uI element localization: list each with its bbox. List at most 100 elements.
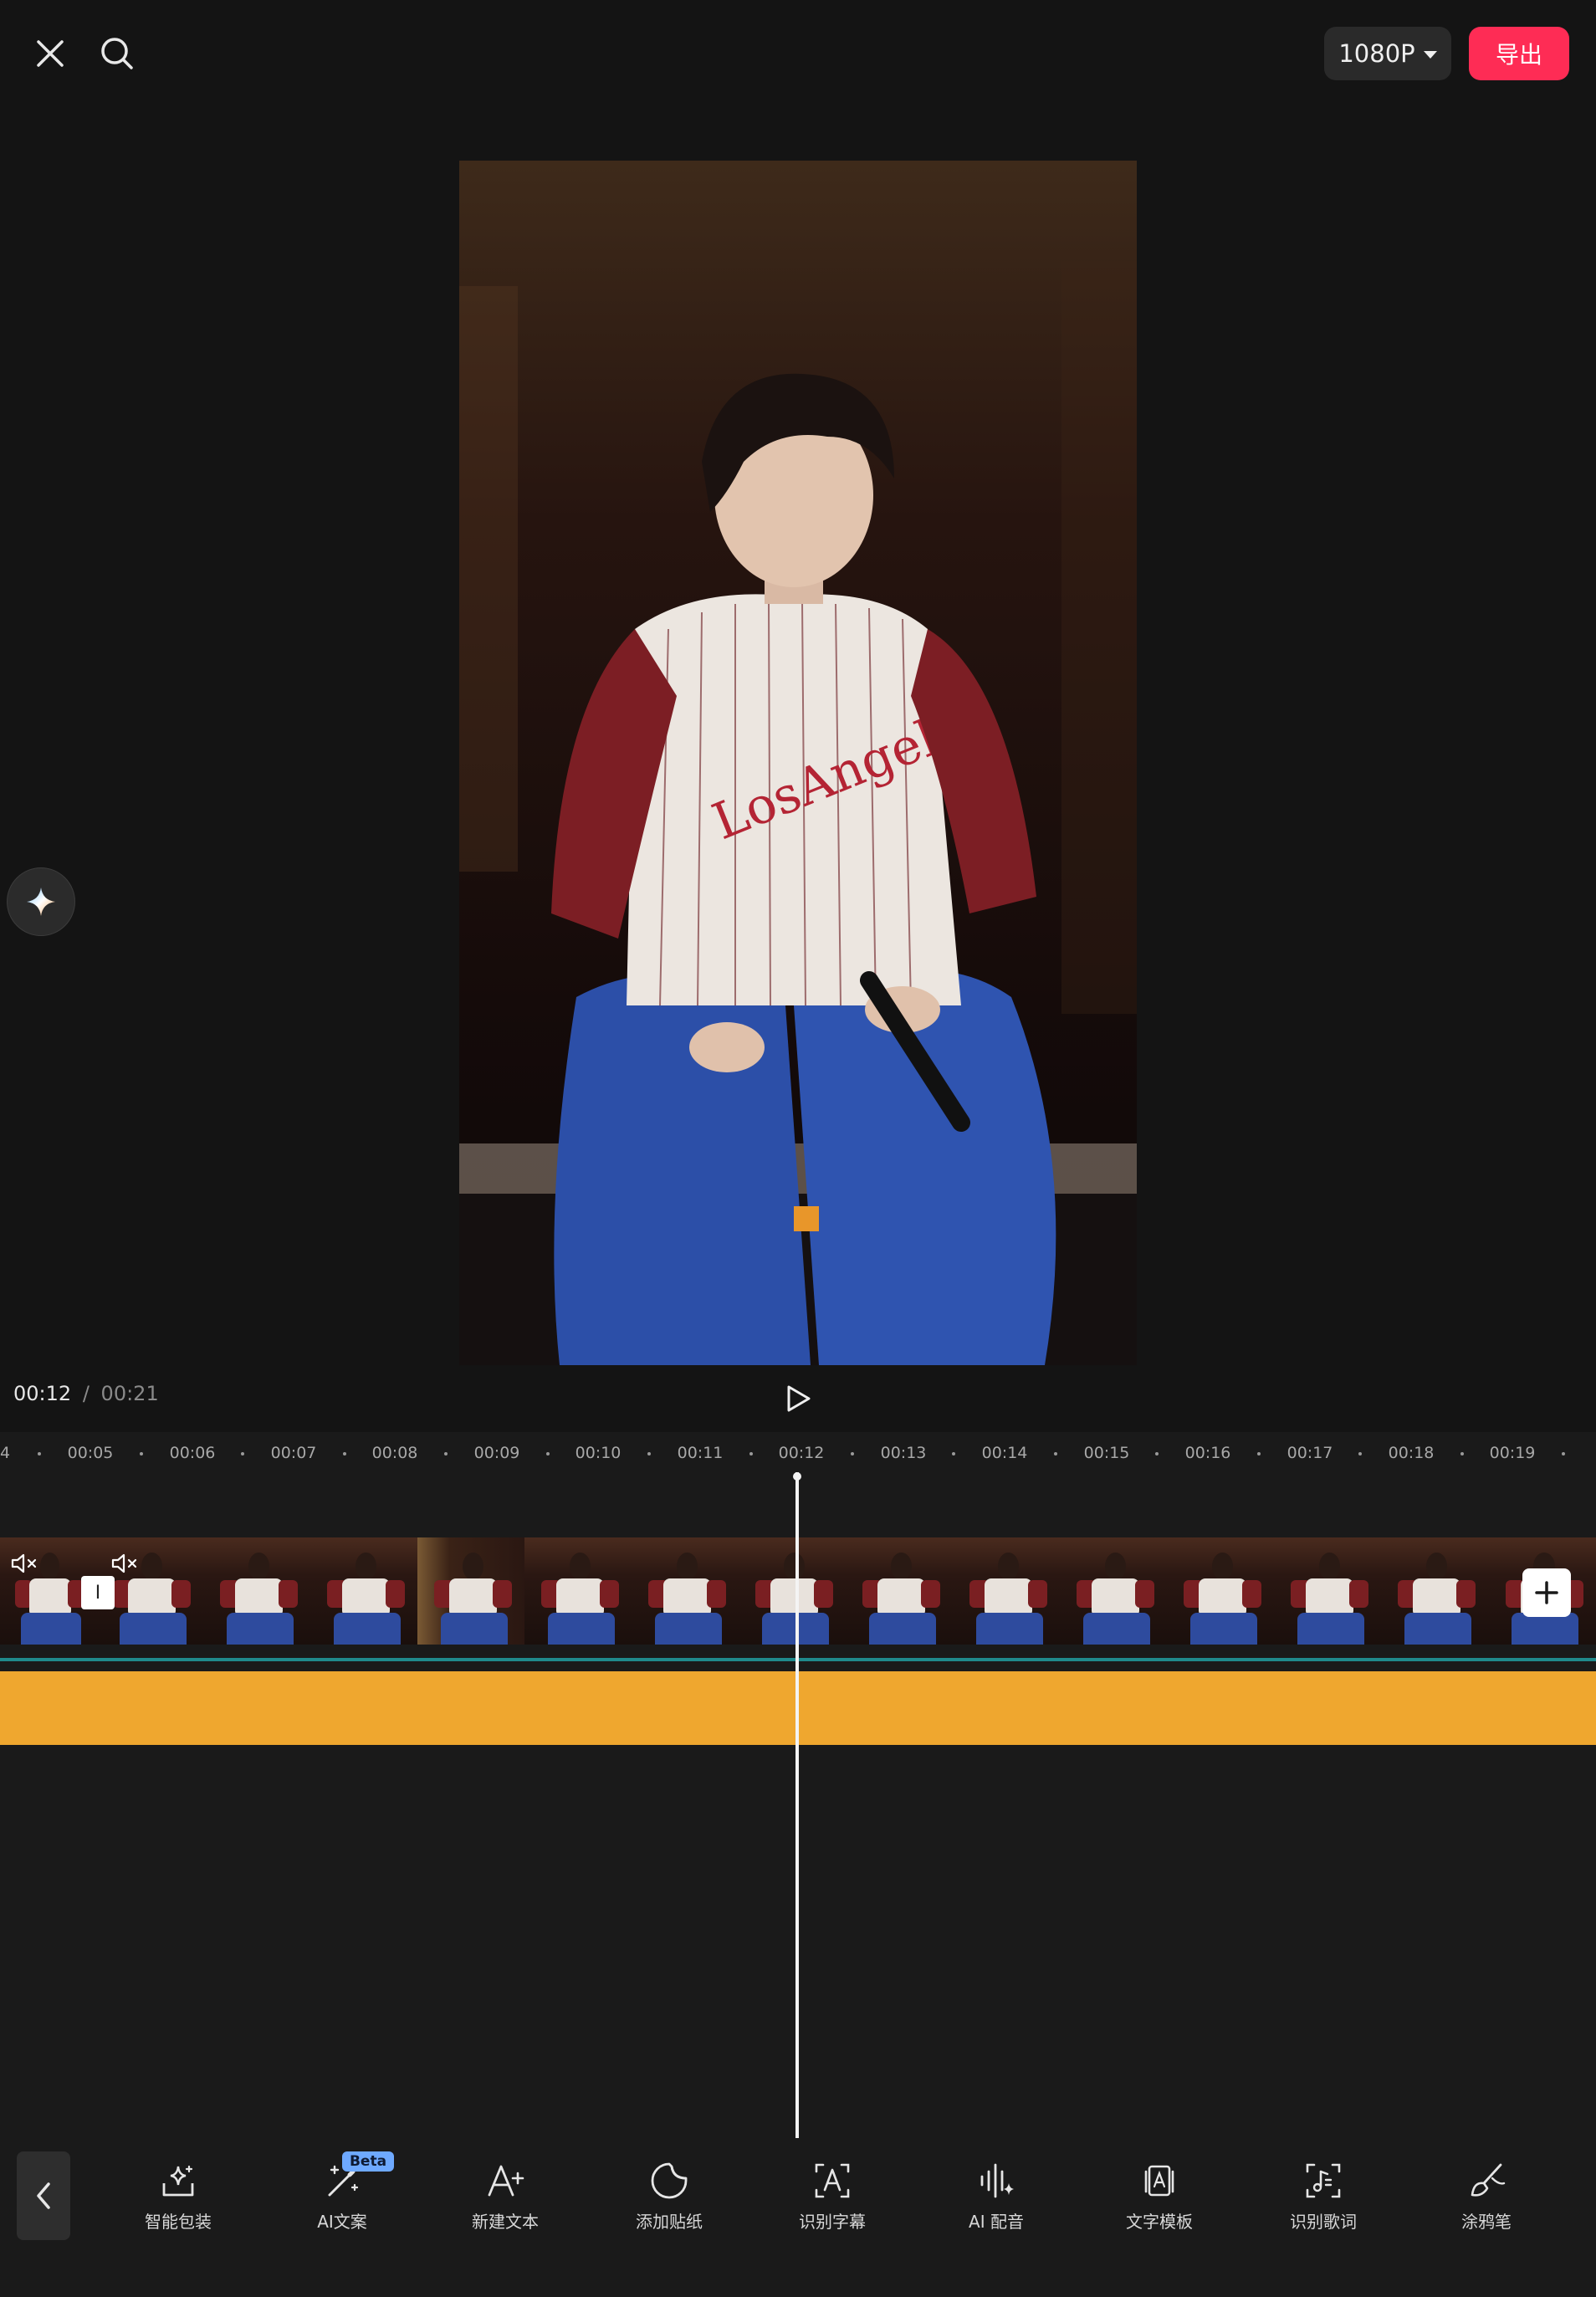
mute-clip-button[interactable]: [10, 1553, 38, 1574]
ruler-label: 00:17: [1287, 1444, 1333, 1462]
mute-icon: [111, 1553, 137, 1573]
clip-thumbnail: [739, 1537, 846, 1645]
clip-thumbnail: [310, 1537, 417, 1645]
tool-ai-voiceover[interactable]: AI 配音: [929, 2156, 1063, 2240]
close-icon: [37, 40, 64, 67]
export-button[interactable]: 导出: [1469, 27, 1569, 80]
lyrics-icon: [1306, 2163, 1341, 2198]
play-button[interactable]: [778, 1380, 818, 1417]
video-preview[interactable]: LosAngeles: [459, 161, 1137, 1365]
ruler-dot: [1155, 1452, 1159, 1455]
clip-thumbnail: [846, 1537, 953, 1645]
search-icon: [101, 38, 133, 69]
sticker-icon: [651, 2162, 688, 2199]
tool-new-text[interactable]: 新建文本: [438, 2156, 572, 2240]
text-template-icon: [1144, 2165, 1174, 2197]
ruler-dot: [647, 1452, 651, 1455]
clip-thumbnail: [203, 1537, 310, 1645]
ruler-dot: [241, 1452, 244, 1455]
clip-thumbnail: [1274, 1537, 1381, 1645]
brush-icon: [1471, 2163, 1506, 2197]
tool-label: 识别字幕: [799, 2212, 866, 2232]
ruler-dot: [38, 1452, 41, 1455]
add-text-icon: [488, 2165, 524, 2197]
clip-thumbnail: [1060, 1537, 1167, 1645]
ruler-label: 00:18: [1388, 1444, 1435, 1462]
tool-label: AI文案: [317, 2212, 367, 2232]
ruler-label: 00:08: [371, 1444, 418, 1462]
toolbar-back-button[interactable]: [17, 2151, 70, 2240]
ruler-label: 00:11: [677, 1444, 724, 1462]
tool-label: 涂鸦笔: [1461, 2212, 1512, 2232]
clip-thumbnail: [524, 1537, 632, 1645]
clip-thumbnail: [1381, 1537, 1488, 1645]
preview-frame-image: LosAngeles: [459, 161, 1137, 1365]
ruler-dot: [749, 1452, 753, 1455]
ruler-dot: [952, 1452, 955, 1455]
clip-thumbnail: [1167, 1537, 1274, 1645]
tool-label: 智能包装: [145, 2212, 212, 2232]
ruler-label: 00:13: [880, 1444, 927, 1462]
tool-label: 新建文本: [472, 2212, 539, 2232]
ruler-dot: [1257, 1452, 1261, 1455]
ruler-label: 00:05: [67, 1444, 114, 1462]
export-label: 导出: [1495, 41, 1542, 69]
tool-auto-lyrics[interactable]: 识别歌词: [1256, 2156, 1390, 2240]
ruler-dot: [1054, 1452, 1057, 1455]
tool-label: 文字模板: [1126, 2212, 1193, 2232]
ruler-dot: [1460, 1452, 1464, 1455]
clip-thumbnail: [632, 1537, 739, 1645]
tool-label: 识别歌词: [1290, 2212, 1357, 2232]
ruler-dot: [343, 1452, 346, 1455]
time-display: 00:12 / 00:21: [13, 1382, 159, 1405]
tool-doodle-brush[interactable]: 涂鸦笔: [1420, 2156, 1553, 2240]
chevron-down-icon: [1423, 50, 1437, 59]
search-button[interactable]: [90, 27, 144, 80]
current-time: 00:12: [13, 1382, 72, 1405]
plus-icon: [1535, 1581, 1558, 1604]
magic-pack-icon: [162, 2165, 194, 2197]
ruler-dot: [1358, 1452, 1362, 1455]
clip-thumbnail: [417, 1537, 524, 1645]
tool-smart-pack[interactable]: 智能包装: [111, 2156, 245, 2240]
ruler-label: 00:12: [778, 1444, 825, 1462]
tool-label: AI 配音: [969, 2212, 1024, 2232]
playhead[interactable]: [795, 1472, 799, 2138]
ruler-dot: [546, 1452, 550, 1455]
time-separator: /: [82, 1382, 90, 1405]
ruler-dot: [444, 1452, 448, 1455]
ai-assistant-button[interactable]: [7, 867, 75, 936]
play-icon: [787, 1385, 811, 1412]
tool-auto-captions[interactable]: 识别字幕: [765, 2156, 899, 2240]
resolution-dropdown[interactable]: 1080P: [1324, 27, 1451, 80]
ruler-label: 00:15: [1083, 1444, 1130, 1462]
ruler-dot: [1562, 1452, 1565, 1455]
transition-marker-label: I: [95, 1582, 101, 1604]
add-clip-button[interactable]: [1522, 1568, 1571, 1617]
ruler-label: 00:16: [1184, 1444, 1231, 1462]
ruler-label: 00:14: [981, 1444, 1028, 1462]
chevron-left-icon: [37, 2182, 50, 2209]
ruler-label: 00:06: [169, 1444, 216, 1462]
ruler-dot: [851, 1452, 854, 1455]
close-button[interactable]: [23, 27, 77, 80]
total-time: 00:21: [100, 1382, 159, 1405]
transition-marker[interactable]: I: [81, 1576, 115, 1609]
tool-add-sticker[interactable]: 添加贴纸: [602, 2156, 736, 2240]
tool-text-template[interactable]: 文字模板: [1092, 2156, 1226, 2240]
voice-icon: [980, 2163, 1014, 2198]
caption-icon: [815, 2163, 850, 2198]
mute-clip-button[interactable]: [110, 1553, 139, 1574]
sparkle-icon: [27, 888, 55, 916]
ruler-label: 00:09: [473, 1444, 520, 1462]
resolution-label: 1080P: [1338, 39, 1415, 68]
ruler-dot: [140, 1452, 143, 1455]
clip-thumbnail: [953, 1537, 1060, 1645]
ruler-label: 00:07: [270, 1444, 317, 1462]
mute-icon: [11, 1553, 37, 1573]
tool-label: 添加贴纸: [636, 2212, 703, 2232]
beta-badge-label: Beta: [349, 2153, 387, 2170]
ruler-label: 00:10: [575, 1444, 622, 1462]
beta-badge: Beta: [342, 2151, 394, 2172]
ruler-label: 00:19: [1489, 1444, 1536, 1462]
